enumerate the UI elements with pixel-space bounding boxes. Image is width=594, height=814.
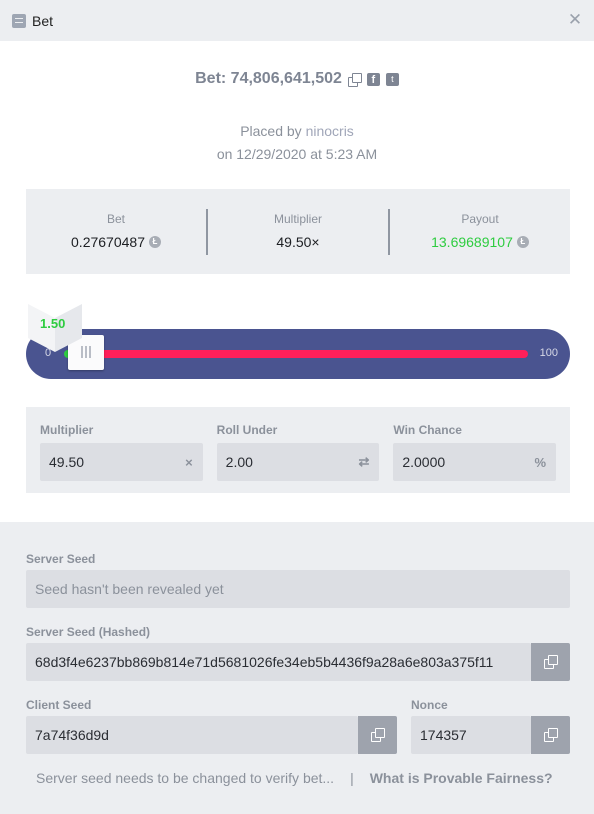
copy-icon bbox=[544, 655, 558, 669]
placed-by-user[interactable]: ninocris bbox=[306, 123, 354, 139]
provable-fairness-section: Server Seed Seed hasn't been revealed ye… bbox=[0, 522, 594, 814]
param-roll-under-label: Roll Under bbox=[216, 423, 278, 437]
server-seed-hashed-field[interactable]: 68d3f4e6237bb869b814e71d5681026fe34eb5b4… bbox=[26, 643, 531, 681]
roll-under-field[interactable]: 2.00 ⇄ bbox=[216, 443, 380, 481]
copy-icon bbox=[544, 728, 558, 742]
param-win-chance: Win Chance 2.0000 % bbox=[393, 407, 557, 493]
bet-amount: 0.27670487 bbox=[71, 233, 145, 250]
param-multiplier: Multiplier 49.50 × bbox=[40, 407, 203, 493]
swap-icon[interactable]: ⇄ bbox=[358, 454, 369, 470]
fairness-footer: Server seed needs to be changed to verif… bbox=[36, 770, 566, 786]
bet-list-icon bbox=[12, 13, 26, 28]
summary-payout-value: 13.69689107 Ł bbox=[431, 234, 529, 250]
copy-icon bbox=[371, 728, 385, 742]
placed-info: Placed by ninocris on 12/29/2020 at 5:23… bbox=[0, 120, 594, 166]
close-icon[interactable]: ✕ bbox=[566, 11, 584, 29]
litecoin-icon: Ł bbox=[516, 235, 529, 248]
slider-max-label: 100 bbox=[539, 347, 558, 359]
param-roll-under: Roll Under 2.00 ⇄ bbox=[216, 407, 380, 493]
win-chance-field[interactable]: 2.0000 % bbox=[393, 443, 557, 481]
twitter-icon[interactable]: t bbox=[385, 72, 399, 86]
summary-multiplier-value: 49.50× bbox=[276, 233, 320, 250]
percent-icon: % bbox=[534, 454, 547, 470]
bet-header: Bet: 74,806,641,502 f t bbox=[0, 70, 594, 88]
title-bar: Bet ✕ bbox=[0, 0, 594, 41]
client-seed-label: Client Seed bbox=[26, 698, 92, 712]
bet-summary: Bet 0.27670487 Ł Multiplier 49.50× Payout… bbox=[26, 189, 570, 274]
param-win-chance-label: Win Chance bbox=[393, 423, 462, 437]
roll-slider: 0 100 1.50 bbox=[26, 290, 570, 380]
win-chance-value: 2.0000 bbox=[402, 454, 446, 470]
summary-multiplier-label: Multiplier bbox=[273, 211, 322, 226]
summary-bet-label: Bet bbox=[106, 211, 125, 226]
server-seed-field[interactable]: Seed hasn't been revealed yet bbox=[26, 570, 570, 608]
slider-track: 0 100 bbox=[26, 329, 570, 379]
nonce-label: Nonce bbox=[411, 698, 448, 712]
verify-note: Server seed needs to be changed to verif… bbox=[36, 770, 335, 786]
copy-nonce-button[interactable] bbox=[531, 716, 570, 754]
litecoin-icon: Ł bbox=[148, 235, 161, 248]
window-title: Bet bbox=[32, 12, 54, 29]
copy-icon[interactable] bbox=[347, 72, 362, 87]
placed-datetime: on 12/29/2020 at 5:23 AM bbox=[216, 146, 378, 162]
roll-result-dice: 1.50 bbox=[26, 290, 84, 352]
summary-payout: Payout 13.69689107 Ł bbox=[390, 212, 570, 252]
roll-result-value: 1.50 bbox=[40, 316, 66, 331]
copy-hashed-seed-button[interactable] bbox=[531, 643, 570, 681]
placed-by-label: Placed by bbox=[240, 123, 302, 139]
provable-fairness-link[interactable]: What is Provable Fairness? bbox=[370, 770, 553, 786]
summary-bet: Bet 0.27670487 Ł bbox=[26, 212, 206, 252]
multiplier-value: 49.50 bbox=[49, 454, 85, 470]
roll-under-value: 2.00 bbox=[225, 454, 253, 470]
bet-params: Multiplier 49.50 × Roll Under 2.00 ⇄ Win… bbox=[26, 407, 570, 493]
multiplier-field[interactable]: 49.50 × bbox=[40, 443, 203, 481]
summary-multiplier: Multiplier 49.50× bbox=[208, 212, 388, 252]
summary-payout-label: Payout bbox=[461, 211, 499, 226]
copy-client-seed-button[interactable] bbox=[358, 716, 397, 754]
server-seed-hashed-label: Server Seed (Hashed) bbox=[26, 625, 151, 639]
payout-amount: 13.69689107 bbox=[431, 233, 513, 250]
server-seed-label: Server Seed bbox=[26, 552, 96, 566]
nonce-field[interactable]: 174357 bbox=[411, 716, 531, 754]
lose-range bbox=[96, 350, 528, 358]
facebook-icon[interactable]: f bbox=[366, 72, 380, 86]
times-icon: × bbox=[185, 454, 193, 470]
bet-id: Bet: 74,806,641,502 bbox=[195, 70, 342, 87]
footer-separator: | bbox=[350, 770, 354, 786]
param-multiplier-label: Multiplier bbox=[40, 423, 94, 437]
client-seed-field[interactable]: 7a74f36d9d bbox=[26, 716, 358, 754]
summary-bet-value: 0.27670487 Ł bbox=[71, 234, 161, 250]
